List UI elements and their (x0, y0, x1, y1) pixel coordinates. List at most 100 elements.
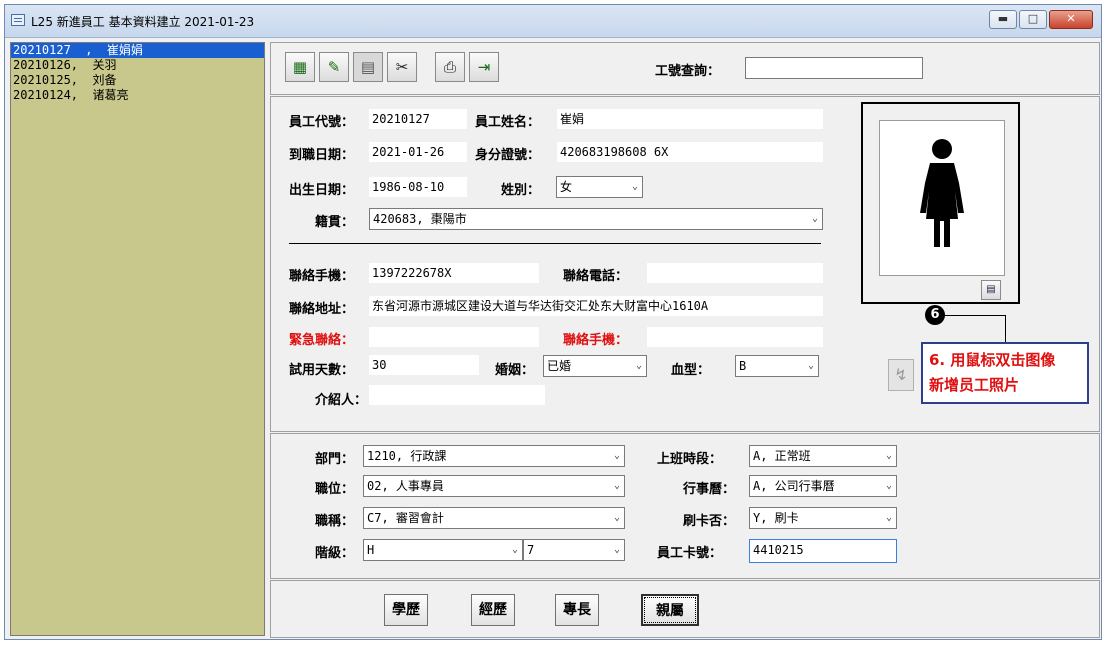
chevron-down-icon: ⌄ (811, 213, 818, 224)
chevron-down-icon: ⌄ (885, 512, 892, 523)
grade-select[interactable]: H ⌄ (363, 539, 523, 561)
camera-button[interactable]: ↯ (888, 359, 914, 391)
calendar-select[interactable]: A, 公司行事曆 ⌄ (749, 475, 897, 497)
probation-days-field[interactable]: 30 (369, 355, 479, 375)
shift-value: A, 正常班 (753, 449, 811, 463)
emergency-mobile-field[interactable] (647, 327, 823, 347)
close-button[interactable]: ✕ (1049, 10, 1093, 29)
employee-photo-frame[interactable]: ▤ (861, 102, 1020, 304)
birth-date-label: 出生日期： (289, 183, 355, 198)
card-swipe-value: Y, 刷卡 (753, 511, 799, 525)
chevron-down-icon: ⌄ (613, 544, 620, 555)
blood-type-value: B (739, 359, 747, 373)
skills-button[interactable]: 專長 (555, 594, 599, 626)
position-label: 職位： (315, 482, 355, 497)
cut-icon: ✂ (395, 58, 409, 76)
callout-line (1005, 315, 1006, 342)
lightning-icon: ↯ (894, 365, 908, 384)
card-swipe-label: 刷卡否： (683, 514, 736, 529)
shift-label: 上班時段： (657, 452, 723, 467)
position-select[interactable]: 02, 人事專員 ⌄ (363, 475, 625, 497)
add-record-button[interactable]: ▦ (285, 52, 315, 82)
chevron-down-icon: ⌄ (613, 450, 620, 461)
print-button[interactable]: ⎙ (435, 52, 465, 82)
hire-date-label: 到職日期： (289, 148, 355, 163)
list-item[interactable]: 20210125, 刘备 (11, 73, 264, 88)
window-controls: ▬ □ ✕ (989, 10, 1093, 29)
employee-search-label: 工號查詢： (655, 64, 721, 79)
origin-value: 420683, 棗陽市 (373, 212, 467, 226)
hire-date-field[interactable]: 2021-01-26 (369, 142, 467, 162)
shift-select[interactable]: A, 正常班 ⌄ (749, 445, 897, 467)
add-record-icon: ▦ (292, 58, 308, 76)
photo-browse-button[interactable]: ▤ (981, 280, 1001, 300)
blood-type-select[interactable]: B ⌄ (735, 355, 819, 377)
job-title-select[interactable]: C7, 審習會計 ⌄ (363, 507, 625, 529)
card-number-label: 員工卡號： (657, 546, 723, 561)
referrer-field[interactable] (369, 385, 545, 405)
id-card-label: 身分證號： (475, 148, 541, 163)
marriage-select[interactable]: 已婚 ⌄ (543, 355, 647, 377)
callout-number-badge: 6 (925, 305, 945, 325)
education-button[interactable]: 學歷 (384, 594, 428, 626)
app-window-icon (11, 14, 25, 26)
relatives-button[interactable]: 親屬 (641, 594, 699, 626)
employee-photo[interactable] (879, 120, 1005, 276)
origin-select[interactable]: 420683, 棗陽市 ⌄ (369, 208, 823, 230)
maximize-button[interactable]: □ (1019, 10, 1047, 29)
list-item[interactable]: 20210126, 关羽 (11, 58, 264, 73)
chevron-down-icon: ⌄ (635, 360, 642, 371)
calendar-value: A, 公司行事曆 (753, 479, 835, 493)
emergency-contact-field[interactable] (369, 327, 539, 347)
minimize-button[interactable]: ▬ (989, 10, 1017, 29)
id-card-field[interactable]: 420683198608 6X (557, 142, 823, 162)
marriage-label: 婚姻： (495, 363, 535, 378)
gender-select[interactable]: 女 ⌄ (556, 176, 643, 198)
mobile-field[interactable]: 1397222678X (369, 263, 539, 283)
address-field[interactable]: 东省河源市源城区建设大道与华达街交汇处东大财富中心1610A (369, 296, 823, 316)
callout-text-line2: 新增员工照片 (929, 376, 1020, 394)
emp-name-label: 員工姓名： (475, 115, 541, 130)
list-item[interactable]: 20210124, 诸葛亮 (11, 88, 264, 103)
toolbar: ▦ ✎ ▤ ✂ ⎙ ⇥ 工號查詢： (270, 42, 1100, 95)
female-silhouette-icon (920, 139, 964, 247)
delete-record-button[interactable]: ▤ (353, 52, 383, 82)
print-icon: ⎙ (443, 58, 456, 76)
card-number-input[interactable]: 4410215 (749, 539, 897, 563)
callout-text-line1: 6. 用鼠标双击图像 (929, 351, 1056, 369)
phone-field[interactable] (647, 263, 823, 283)
address-label: 聯絡地址： (289, 302, 355, 317)
image-icon: ▤ (986, 284, 996, 295)
emergency-contact-label: 緊急聯絡： (289, 333, 355, 348)
grade-value: H (367, 543, 375, 557)
list-item[interactable]: 20210127 , 崔娟娟 (11, 43, 264, 58)
emp-id-label: 員工代號： (289, 115, 355, 130)
marriage-value: 已婚 (547, 359, 572, 373)
gender-value: 女 (560, 180, 573, 194)
position-value: 02, 人事專員 (367, 479, 444, 493)
employee-list[interactable]: 20210127 , 崔娟娟 20210126, 关羽 20210125, 刘备… (10, 42, 265, 636)
card-swipe-select[interactable]: Y, 刷卡 ⌄ (749, 507, 897, 529)
section-divider (289, 243, 821, 244)
gender-label: 姓別： (501, 183, 541, 198)
birth-date-field[interactable]: 1986-08-10 (369, 177, 467, 197)
referrer-label: 介紹人： (315, 393, 368, 408)
grade-level-select[interactable]: 7 ⌄ (523, 539, 625, 561)
origin-label: 籍貫： (315, 215, 355, 230)
chevron-down-icon: ⌄ (885, 480, 892, 491)
employee-search-input[interactable] (745, 57, 923, 79)
experience-button[interactable]: 經歷 (471, 594, 515, 626)
edit-record-button[interactable]: ✎ (319, 52, 349, 82)
window-title: L25 新進員工 基本資料建立 2021-01-23 (31, 15, 255, 29)
exit-button[interactable]: ⇥ (469, 52, 499, 82)
blood-type-label: 血型： (671, 363, 711, 378)
emp-name-field[interactable]: 崔娟 (557, 109, 823, 129)
emp-id-field[interactable]: 20210127 (369, 109, 467, 129)
cut-button[interactable]: ✂ (387, 52, 417, 82)
maximize-icon: □ (1027, 12, 1039, 25)
chevron-down-icon: ⌄ (613, 512, 620, 523)
title-bar: L25 新進員工 基本資料建立 2021-01-23 ▬ □ ✕ (5, 5, 1101, 38)
exit-icon: ⇥ (477, 58, 491, 76)
department-select[interactable]: 1210, 行政課 ⌄ (363, 445, 625, 467)
callout-box: 6. 用鼠标双击图像 新增员工照片 (921, 342, 1089, 404)
